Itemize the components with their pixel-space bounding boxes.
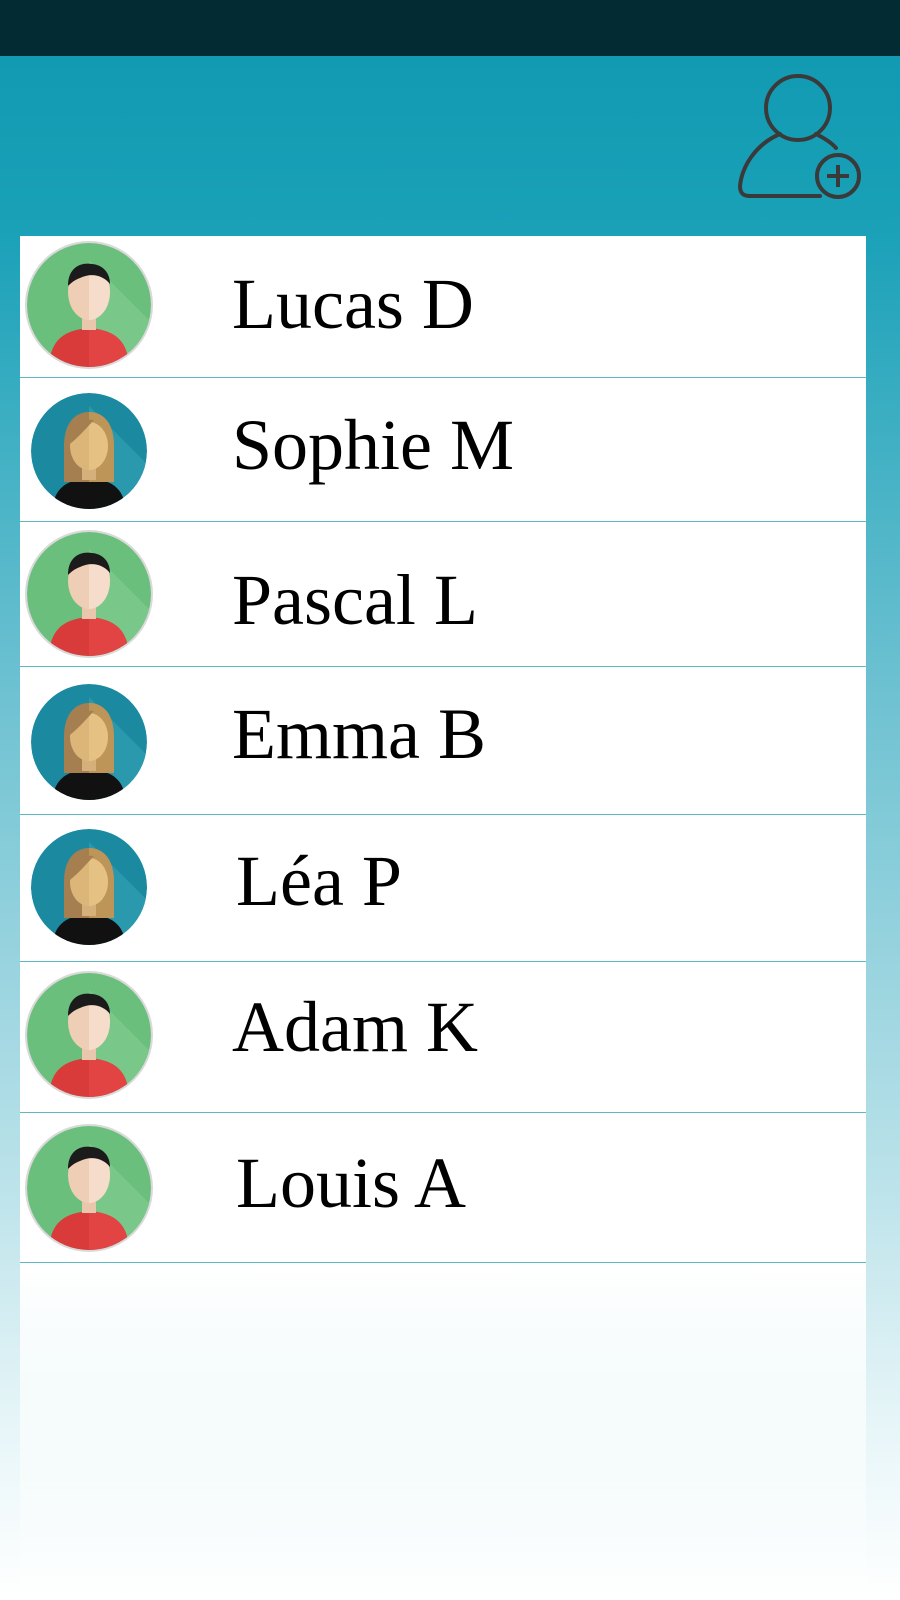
contact-row-lea-p[interactable]: Léa P	[20, 815, 866, 962]
male-avatar-icon	[25, 1124, 153, 1252]
contact-name: Emma B	[232, 694, 486, 774]
contact-name: Sophie M	[232, 405, 515, 485]
contact-list: Lucas D Sophie M Pascal L Emma B Léa P A…	[20, 236, 866, 1600]
avatar	[24, 386, 154, 516]
contact-name: Lucas D	[232, 264, 474, 344]
contact-row-pascal-l[interactable]: Pascal L	[20, 522, 866, 667]
add-user-button[interactable]	[736, 70, 866, 204]
contact-row-adam-k[interactable]: Adam K	[20, 962, 866, 1113]
male-avatar-icon	[25, 241, 153, 369]
avatar	[24, 677, 154, 807]
contact-name: Pascal L	[232, 560, 478, 640]
contact-row-sophie-m[interactable]: Sophie M	[20, 378, 866, 522]
contact-row-emma-b[interactable]: Emma B	[20, 667, 866, 815]
avatar	[24, 970, 154, 1100]
status-bar	[0, 0, 900, 56]
contact-row-lucas-d[interactable]: Lucas D	[20, 236, 866, 378]
contact-name: Adam K	[232, 987, 478, 1067]
contact-name: Léa P	[236, 841, 402, 921]
male-avatar-icon	[25, 530, 153, 658]
male-avatar-icon	[25, 971, 153, 1099]
contact-row-louis-a[interactable]: Louis A	[20, 1113, 866, 1263]
female-avatar-icon	[31, 829, 147, 945]
contact-name: Louis A	[236, 1143, 467, 1223]
avatar	[24, 240, 154, 370]
avatar	[24, 822, 154, 952]
add-user-icon	[737, 74, 861, 199]
female-avatar-icon	[31, 684, 147, 800]
avatar	[24, 529, 154, 659]
avatar	[24, 1123, 154, 1253]
female-avatar-icon	[31, 393, 147, 509]
